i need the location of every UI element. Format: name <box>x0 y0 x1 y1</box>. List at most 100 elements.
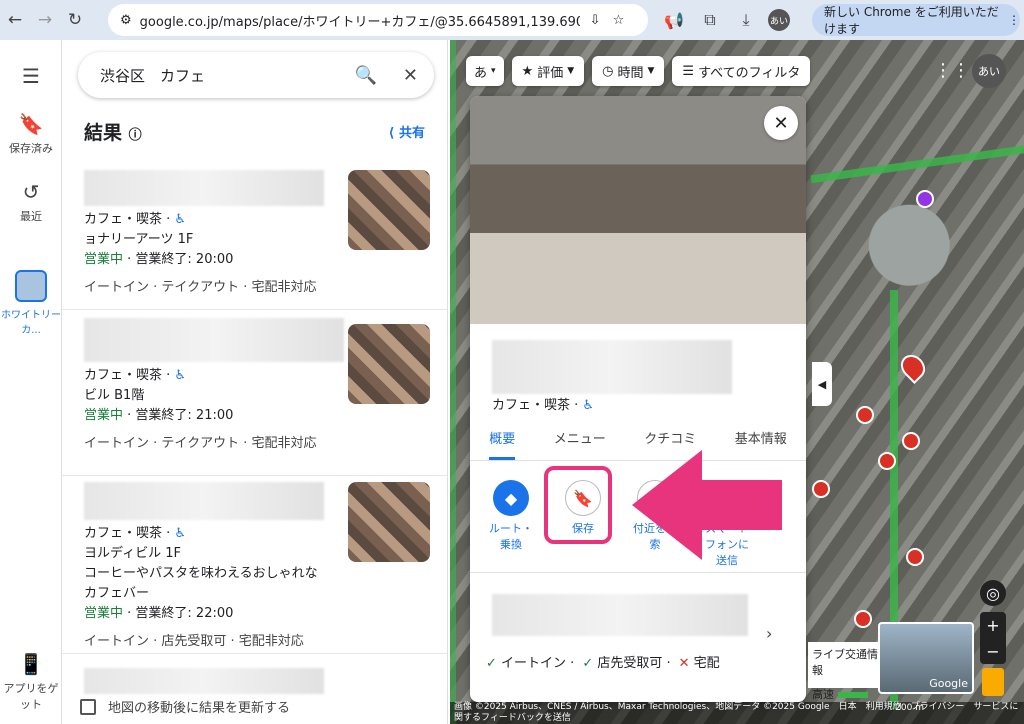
blurred-title <box>84 668 324 694</box>
directions-button[interactable]: ◆ ルート・乗換 <box>484 480 538 568</box>
profile-avatar[interactable]: あい <box>768 9 790 31</box>
place-category-text: カフェ・喫茶 · <box>492 398 579 413</box>
recent-place-label: ホワイトリー カ... <box>1 310 61 336</box>
tab-menu[interactable]: メニュー <box>554 428 606 460</box>
result-photo[interactable] <box>348 482 430 562</box>
accessible-icon: ♿ <box>582 398 595 413</box>
search-query: 渋谷区 カフェ <box>100 66 206 85</box>
accessible-icon: ♿ <box>174 212 187 227</box>
saved-button[interactable]: 🔖 保存済み <box>0 112 62 156</box>
place-details-panel: ✕ カフェ・喫茶 · ♿ 概要 メニュー クチコミ 基本情報 ◆ ルート・乗換 🔖… <box>470 96 806 702</box>
map-filter-chips: あ ▾ ★ 評価 ▼ ◷ 時間 ▼ ☰ すべてのフィルタ <box>466 56 811 86</box>
result-card[interactable]: カフェ・喫茶 · ♿ ョナリーアーツ 1F 営業中 · 営業終了: 20:00 … <box>62 164 447 310</box>
selected-place-pin[interactable] <box>896 350 930 384</box>
chrome-update-banner[interactable]: 新しい Chrome をご利用いただけます ⋮ <box>812 4 1020 36</box>
delivery-label: 宅配 <box>693 656 720 671</box>
card-hours: · 営業終了: 21:00 <box>123 408 234 423</box>
download-icon[interactable]: ⤓ <box>732 6 760 34</box>
site-info-icon[interactable]: ⚙ <box>120 13 132 28</box>
language-chip[interactable]: あ ▾ <box>466 56 504 86</box>
recent-place-button[interactable]: ホワイトリー カ... <box>0 270 62 336</box>
forward-icon[interactable]: → <box>30 5 60 35</box>
result-photo[interactable] <box>348 324 430 404</box>
collapse-panel-button[interactable]: ◀ <box>812 362 832 406</box>
time-label: 時間 <box>617 65 644 81</box>
share-button[interactable]: ⟨ 共有 <box>389 122 426 141</box>
result-card[interactable]: カフェ・喫茶 · ♿ ビル B1階 営業中 · 営業終了: 21:00 イートイ… <box>62 310 447 476</box>
search-input[interactable]: 渋谷区 カフェ 🔍 ✕ <box>78 52 434 98</box>
install-icon[interactable]: ⇩ <box>590 13 601 28</box>
more-icon[interactable]: ⋮ <box>1008 13 1020 27</box>
cafe-pin[interactable] <box>906 548 924 566</box>
card-services: イートイン · 店先受取可 · 宅配非対応 <box>84 634 304 649</box>
chevron-right-icon[interactable]: › <box>766 624 772 643</box>
traffic-fast-swatch <box>837 692 868 698</box>
cafe-pin[interactable] <box>902 432 920 450</box>
zoom-out-button[interactable]: − <box>980 638 1006 664</box>
pegman-icon[interactable] <box>982 668 1004 696</box>
all-filters-button[interactable]: ☰ すべてのフィルタ <box>672 56 811 86</box>
dropdown-icon: ▾ <box>491 66 496 76</box>
megaphone-icon[interactable]: 📢 <box>660 6 688 34</box>
update-checkbox[interactable] <box>80 698 96 715</box>
menu-button[interactable]: ☰ <box>0 64 62 92</box>
cafe-pin[interactable] <box>878 452 896 470</box>
clock-icon: ◷ <box>602 63 614 79</box>
open-status: 営業中 <box>84 606 124 621</box>
bookmark-star-icon[interactable]: ☆ <box>613 13 625 28</box>
map-attribution: 画像 ©2025 Airbus、CNES / Airbus、Maxar Tech… <box>450 702 1024 724</box>
update-checkbox-label: 地図の移動後に結果を更新する <box>108 701 291 716</box>
info-icon[interactable]: ⓘ <box>129 128 142 143</box>
pointer-arrow-icon <box>632 450 782 560</box>
cafe-pin[interactable] <box>856 406 874 424</box>
chevron-down-icon: ▼ <box>647 66 655 76</box>
location-icon: ◎ <box>986 583 1000 603</box>
tab-overview[interactable]: 概要 <box>489 428 516 460</box>
browser-toolbar: ← → ↻ ⚙ google.co.jp/maps/place/ホワイトリー+カ… <box>0 0 1024 40</box>
place-photo[interactable] <box>470 96 806 324</box>
open-status: 営業中 <box>84 408 124 423</box>
update-on-move-option[interactable]: 地図の移動後に結果を更新する <box>80 697 290 716</box>
get-app-button[interactable]: 📱 アプリをゲット <box>0 652 62 712</box>
hamburger-icon: ☰ <box>22 64 40 88</box>
blurred-place-name <box>492 340 732 394</box>
time-filter[interactable]: ◷ 時間 ▼ <box>592 56 665 86</box>
place-category: カフェ・喫茶 · ♿ <box>492 394 594 413</box>
side-rail: ☰ 🔖 保存済み ↺ 最近 ホワイトリー カ... 📱 アプリをゲット <box>0 40 62 724</box>
recent-button[interactable]: ↺ 最近 <box>0 180 62 224</box>
traffic-legend[interactable]: ライブ交通情報 高速 <box>808 642 888 701</box>
google-logo: Google <box>929 677 968 690</box>
card-description: カフェバー <box>84 586 150 601</box>
all-filters-label: すべてのフィルタ <box>698 65 801 81</box>
address-bar[interactable]: ⚙ google.co.jp/maps/place/ホワイトリー+カフェ/@35… <box>108 4 648 36</box>
accessible-icon: ♿ <box>174 526 187 541</box>
reload-icon[interactable]: ↻ <box>60 5 90 35</box>
my-location-button[interactable]: ◎ <box>980 580 1006 606</box>
blurred-title <box>84 170 324 206</box>
open-status: 営業中 <box>84 252 124 267</box>
rating-filter[interactable]: ★ 評価 ▼ <box>511 56 585 86</box>
result-photo[interactable] <box>348 170 430 250</box>
service-attributes: ✓ イートイン · ✓ 店先受取可 · ✕ 宅配 <box>486 652 720 671</box>
back-icon[interactable]: ← <box>0 5 30 35</box>
cafe-pin[interactable] <box>854 610 872 628</box>
search-icon[interactable]: 🔍 <box>354 65 376 86</box>
zoom-in-button[interactable]: + <box>980 612 1006 638</box>
blurred-title <box>84 482 324 520</box>
map-road <box>810 144 1024 184</box>
clear-icon[interactable]: ✕ <box>403 65 418 86</box>
close-panel-button[interactable]: ✕ <box>764 106 798 140</box>
recent-label: 最近 <box>20 210 42 223</box>
cafe-pin[interactable] <box>812 480 830 498</box>
check-icon: ✓ <box>486 656 497 671</box>
save-highlight-box <box>544 466 612 544</box>
extensions-icon[interactable]: ⧉ <box>696 6 724 34</box>
card-services: イートイン · テイクアウト · 宅配非対応 <box>84 436 317 451</box>
landmark-pin[interactable] <box>916 190 934 208</box>
street-view-preview[interactable]: Google <box>878 622 974 694</box>
url-text: google.co.jp/maps/place/ホワイトリー+カフェ/@35.6… <box>139 14 580 30</box>
result-card[interactable]: カフェ・喫茶 · ♿ ヨルディビル 1F コーヒーやパスタを味わえるおしゃれな … <box>62 476 447 654</box>
account-avatar[interactable]: あい <box>972 54 1006 88</box>
result-card[interactable] <box>62 668 447 698</box>
place-thumbnail-icon <box>15 270 47 302</box>
